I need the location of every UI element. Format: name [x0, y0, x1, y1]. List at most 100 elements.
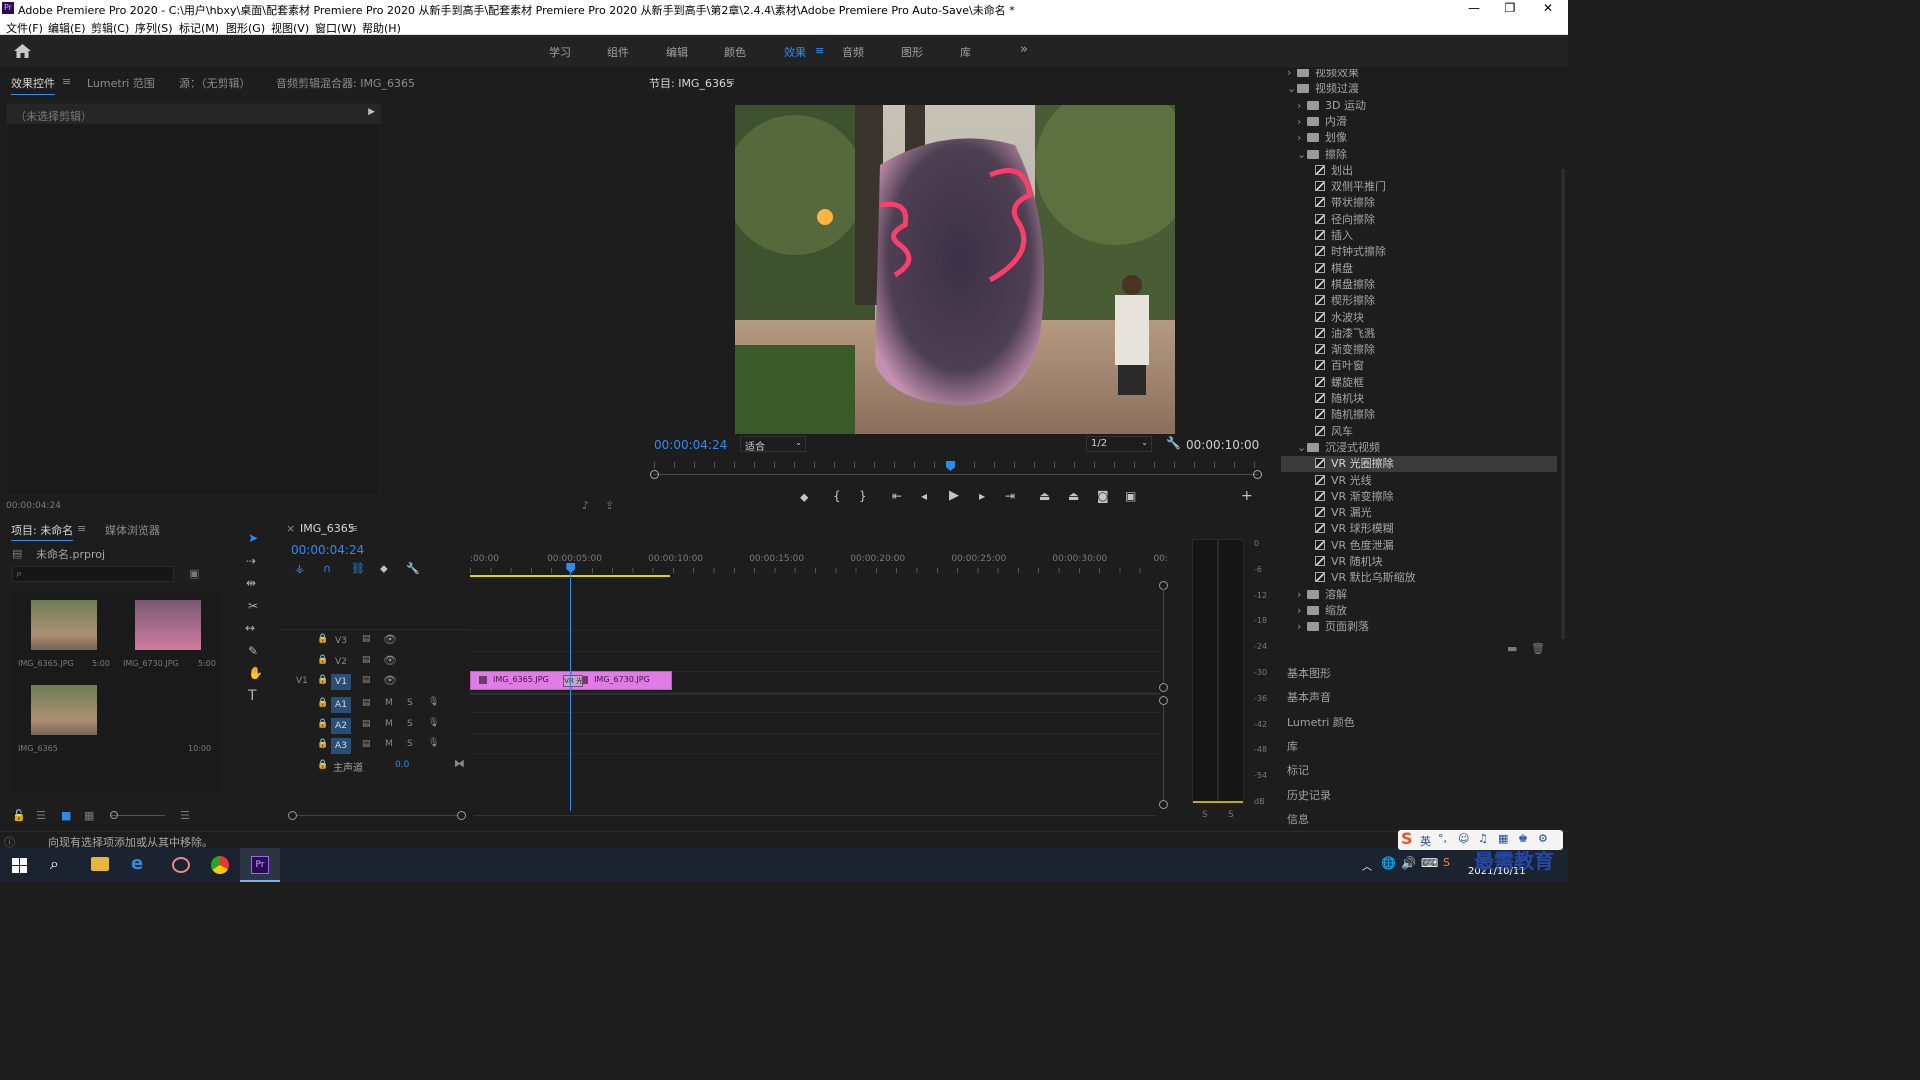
- panel-info[interactable]: 信息: [1287, 811, 1309, 827]
- zoom-handle-right[interactable]: [1253, 470, 1262, 479]
- panel-libraries[interactable]: 库: [1287, 738, 1298, 754]
- chevron-down-icon[interactable]: ⌄: [1297, 440, 1307, 456]
- program-timecode[interactable]: 00:00:04:24: [654, 438, 727, 452]
- effects-folder[interactable]: › 内滑: [1281, 114, 1557, 130]
- minimize-button[interactable]: —: [1456, 0, 1492, 18]
- track-target-a3[interactable]: A3: [331, 738, 351, 754]
- effects-item[interactable]: VR 光线: [1281, 473, 1557, 489]
- source-patch-label[interactable]: V1: [296, 676, 308, 686]
- program-menu-icon[interactable]: ≡: [726, 75, 735, 88]
- step-forward-icon[interactable]: ▸: [979, 489, 985, 503]
- solo-button[interactable]: S: [407, 719, 413, 729]
- effects-folder[interactable]: › 3D 运动: [1281, 98, 1557, 114]
- sogou-icon[interactable]: S: [1443, 856, 1450, 869]
- effects-item[interactable]: 棋盘: [1281, 261, 1557, 277]
- panel-essential-sound[interactable]: 基本声音: [1287, 689, 1331, 705]
- panel-essential-graphics[interactable]: 基本图形: [1287, 665, 1331, 681]
- track-target-v2[interactable]: V2: [331, 654, 351, 670]
- mark-in-icon[interactable]: {: [833, 489, 841, 503]
- lock-track-icon[interactable]: 🔒: [317, 760, 328, 770]
- menu-clip[interactable]: 剪辑(C): [91, 20, 129, 36]
- ime-keyboard-icon[interactable]: ▦: [1498, 832, 1508, 845]
- effects-item[interactable]: 随机擦除: [1281, 407, 1557, 423]
- effects-item[interactable]: 风车: [1281, 424, 1557, 440]
- network-icon[interactable]: 🌐: [1381, 856, 1396, 870]
- menu-marker[interactable]: 标记(M): [179, 20, 219, 36]
- ime-emoji-icon[interactable]: ☺: [1458, 832, 1469, 845]
- effects-item[interactable]: VR 默比乌斯缩放: [1281, 570, 1557, 586]
- track-target-v3[interactable]: V3: [331, 633, 351, 649]
- lock-track-icon[interactable]: 🔒: [317, 739, 328, 749]
- timeline-clip[interactable]: IMG_6365.JPG: [470, 671, 572, 690]
- ime-icon[interactable]: ⌨: [1421, 856, 1438, 870]
- effects-folder[interactable]: ⌄ 视频过渡: [1281, 81, 1557, 97]
- zoom-slider-handle[interactable]: [110, 811, 118, 819]
- panel-lumetri-color[interactable]: Lumetri 颜色: [1287, 714, 1355, 730]
- wrench-settings-icon[interactable]: 🔧: [1166, 436, 1181, 450]
- v-scroll-audio-track[interactable]: [1163, 705, 1164, 800]
- workspace-menu-icon[interactable]: ≡: [815, 44, 824, 57]
- chevron-right-icon[interactable]: ›: [1297, 619, 1307, 635]
- ime-language[interactable]: 英: [1420, 833, 1431, 849]
- thumbnail-img-6365-jpg[interactable]: [31, 600, 97, 650]
- chevron-right-icon[interactable]: ›: [1297, 98, 1307, 114]
- pen-tool-icon[interactable]: ✎: [248, 644, 258, 658]
- more-workspaces-icon[interactable]: »: [1020, 42, 1028, 57]
- menu-sequence[interactable]: 序列(S): [135, 20, 173, 36]
- panel-markers[interactable]: 标记: [1287, 762, 1309, 778]
- trash-icon[interactable]: 🗑: [1531, 642, 1545, 655]
- panel-history[interactable]: 历史记录: [1287, 787, 1331, 803]
- eye-icon[interactable]: 👁: [383, 633, 397, 646]
- timeline-settings-wrench-icon[interactable]: 🔧: [406, 562, 420, 575]
- track-target-a1[interactable]: A1: [331, 697, 351, 713]
- restore-button[interactable]: ❐: [1492, 0, 1528, 18]
- workspace-learn[interactable]: 学习: [549, 44, 571, 60]
- program-playhead[interactable]: [945, 461, 955, 471]
- lock-track-icon[interactable]: 🔒: [317, 655, 328, 665]
- camera-icon[interactable]: ◙: [1097, 489, 1109, 503]
- menu-graphics[interactable]: 图形(G): [226, 20, 265, 36]
- ime-toolbar[interactable]: S 英 °, ☺ ♫ ▦ ♚ ⚙: [1398, 829, 1563, 850]
- ime-punct-icon[interactable]: °,: [1438, 832, 1447, 845]
- zoom-slider[interactable]: [110, 815, 165, 816]
- thumbnail-img-6730-jpg[interactable]: [135, 600, 201, 650]
- nest-icon[interactable]: ⚶: [295, 562, 304, 575]
- effects-item[interactable]: 双侧平推门: [1281, 179, 1557, 195]
- type-tool-icon[interactable]: T: [248, 688, 257, 704]
- sort-icon[interactable]: ☰: [180, 809, 190, 822]
- workspace-graphics[interactable]: 图形: [901, 44, 923, 60]
- track-area[interactable]: IMG_6365.JPG IMG_6730.JPG VR 光: [470, 629, 1160, 809]
- chevron-right-icon[interactable]: ›: [1297, 130, 1307, 146]
- lock-track-icon[interactable]: 🔒: [317, 634, 328, 644]
- timeline-playhead[interactable]: [570, 563, 572, 811]
- close-sequence-icon[interactable]: ×: [286, 522, 295, 535]
- effects-folder[interactable]: › 视频效果: [1281, 69, 1557, 81]
- mute-button[interactable]: M: [385, 698, 393, 708]
- extract-icon[interactable]: ⏏: [1068, 489, 1079, 503]
- effects-item[interactable]: 划出: [1281, 163, 1557, 179]
- chevron-down-icon[interactable]: ⌄: [1287, 81, 1297, 97]
- menu-view[interactable]: 视图(V): [271, 20, 309, 36]
- project-search-input[interactable]: ⌕: [12, 566, 174, 582]
- effects-item[interactable]: 径向擦除: [1281, 212, 1557, 228]
- taskbar-search-icon[interactable]: ⌕: [50, 854, 59, 874]
- h-scroll-handle-left[interactable]: [288, 811, 297, 820]
- effects-item[interactable]: 水波块: [1281, 310, 1557, 326]
- transition-block[interactable]: VR 光: [563, 675, 584, 687]
- effects-item[interactable]: VR 渐变擦除: [1281, 489, 1557, 505]
- sync-lock-icon[interactable]: ▤: [362, 634, 371, 644]
- ime-mic-icon[interactable]: ♫: [1478, 832, 1488, 845]
- compare-icon[interactable]: ▣: [1125, 489, 1136, 503]
- workspace-assembly[interactable]: 组件: [607, 44, 629, 60]
- fit-dropdown[interactable]: 适合 ⌄: [740, 436, 806, 453]
- effects-item[interactable]: 百叶窗: [1281, 358, 1557, 374]
- workspace-effects[interactable]: 效果: [784, 44, 806, 60]
- effects-item[interactable]: 插入: [1281, 228, 1557, 244]
- sync-lock-icon[interactable]: ▤: [362, 719, 371, 729]
- master-volume-value[interactable]: 0.0: [395, 760, 409, 770]
- lock-icon[interactable]: 🔓: [12, 809, 26, 822]
- solo-left-button[interactable]: S: [1202, 810, 1208, 820]
- effects-item[interactable]: 油漆飞溅: [1281, 326, 1557, 342]
- step-back-icon[interactable]: ◂: [921, 489, 927, 503]
- eye-icon[interactable]: 👁: [383, 654, 397, 667]
